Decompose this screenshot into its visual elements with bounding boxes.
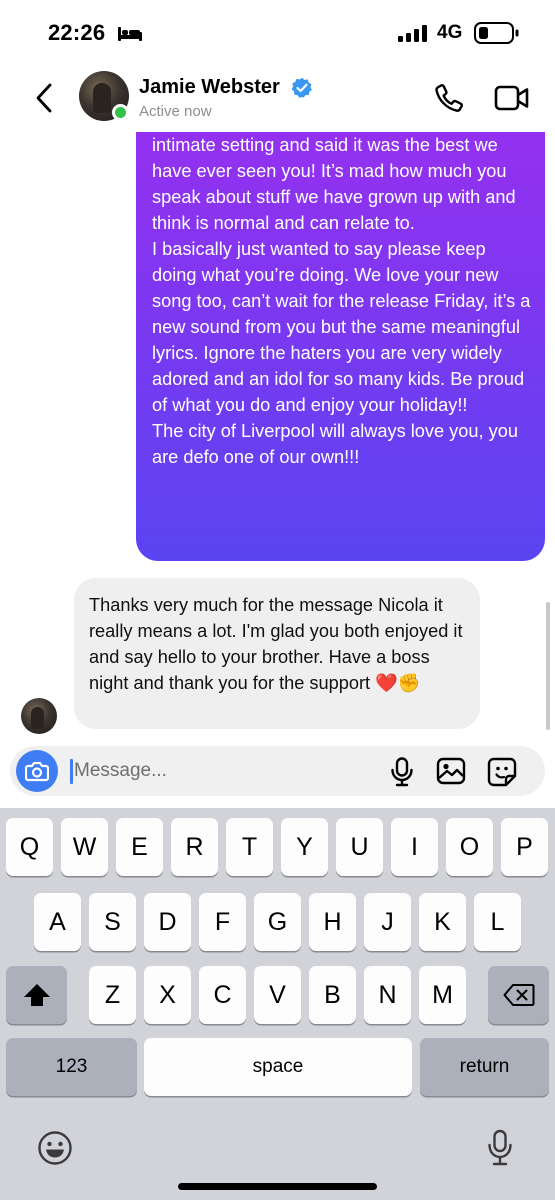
space-key[interactable]: space <box>144 1038 412 1096</box>
sender-avatar <box>21 698 57 734</box>
scrollbar[interactable] <box>546 602 550 730</box>
shift-key[interactable] <box>6 966 67 1024</box>
sent-message-paragraph: intimate setting and said it was the bes… <box>152 135 516 233</box>
camera-button[interactable] <box>16 750 58 792</box>
received-message-bubble[interactable]: Thanks very much for the message Nicola … <box>74 578 480 729</box>
contact-name[interactable]: Jamie Webster <box>139 76 280 99</box>
verified-badge-icon <box>291 77 312 98</box>
video-camera-icon[interactable] <box>494 83 530 113</box>
key-q[interactable]: Q <box>6 818 53 876</box>
text-caret <box>70 759 73 784</box>
phone-icon[interactable] <box>433 82 465 114</box>
message-thread[interactable]: intimate setting and said it was the bes… <box>0 132 555 744</box>
return-key[interactable]: return <box>420 1038 549 1096</box>
shift-icon <box>23 984 50 1006</box>
microphone-icon[interactable] <box>390 757 414 787</box>
key-a[interactable]: A <box>34 893 81 951</box>
key-i[interactable]: I <box>391 818 438 876</box>
key-h[interactable]: H <box>309 893 356 951</box>
key-z[interactable]: Z <box>89 966 136 1024</box>
key-r[interactable]: R <box>171 818 218 876</box>
key-d[interactable]: D <box>144 893 191 951</box>
key-w[interactable]: W <box>61 818 108 876</box>
key-o[interactable]: O <box>446 818 493 876</box>
key-m[interactable]: M <box>419 966 466 1024</box>
key-l[interactable]: L <box>474 893 521 951</box>
sent-message-paragraph: The city of Liverpool will always love y… <box>152 421 518 467</box>
battery-icon <box>474 22 519 44</box>
message-input[interactable] <box>74 754 374 788</box>
message-composer <box>10 746 545 796</box>
sent-message-paragraph: I basically just wanted to say please ke… <box>152 239 531 415</box>
key-v[interactable]: V <box>254 966 301 1024</box>
key-j[interactable]: J <box>364 893 411 951</box>
contact-status: Active now <box>139 103 212 120</box>
key-e[interactable]: E <box>116 818 163 876</box>
key-s[interactable]: S <box>89 893 136 951</box>
key-f[interactable]: F <box>199 893 246 951</box>
key-b[interactable]: B <box>309 966 356 1024</box>
emoji-icon[interactable] <box>37 1130 73 1166</box>
numbers-key[interactable]: 123 <box>6 1038 137 1096</box>
home-indicator <box>178 1183 377 1190</box>
signal-bars-icon <box>398 25 427 42</box>
key-g[interactable]: G <box>254 893 301 951</box>
contact-avatar[interactable] <box>79 71 129 121</box>
sent-message-bubble[interactable]: intimate setting and said it was the bes… <box>136 132 545 561</box>
dictation-mic-icon[interactable] <box>487 1129 513 1167</box>
camera-icon <box>25 761 49 782</box>
key-k[interactable]: K <box>419 893 466 951</box>
backspace-key[interactable] <box>488 966 549 1024</box>
key-c[interactable]: C <box>199 966 246 1024</box>
bed-icon <box>118 27 142 41</box>
sticker-icon[interactable] <box>487 757 517 787</box>
key-t[interactable]: T <box>226 818 273 876</box>
backspace-icon <box>503 984 534 1006</box>
key-x[interactable]: X <box>144 966 191 1024</box>
active-status-dot <box>112 104 129 121</box>
key-y[interactable]: Y <box>281 818 328 876</box>
keyboard: Q W E R T Y U I O P A S D F G H J K L Z … <box>0 808 555 1200</box>
back-chevron-icon[interactable] <box>34 82 54 114</box>
gallery-icon[interactable] <box>436 757 466 785</box>
key-p[interactable]: P <box>501 818 548 876</box>
received-message-emoji: ❤️✊ <box>375 673 421 693</box>
status-bar: 22:26 4G <box>0 0 555 62</box>
chat-header: Jamie Webster Active now <box>0 62 555 132</box>
status-time: 22:26 <box>48 20 106 45</box>
key-u[interactable]: U <box>336 818 383 876</box>
network-label: 4G <box>437 22 463 43</box>
key-n[interactable]: N <box>364 966 411 1024</box>
